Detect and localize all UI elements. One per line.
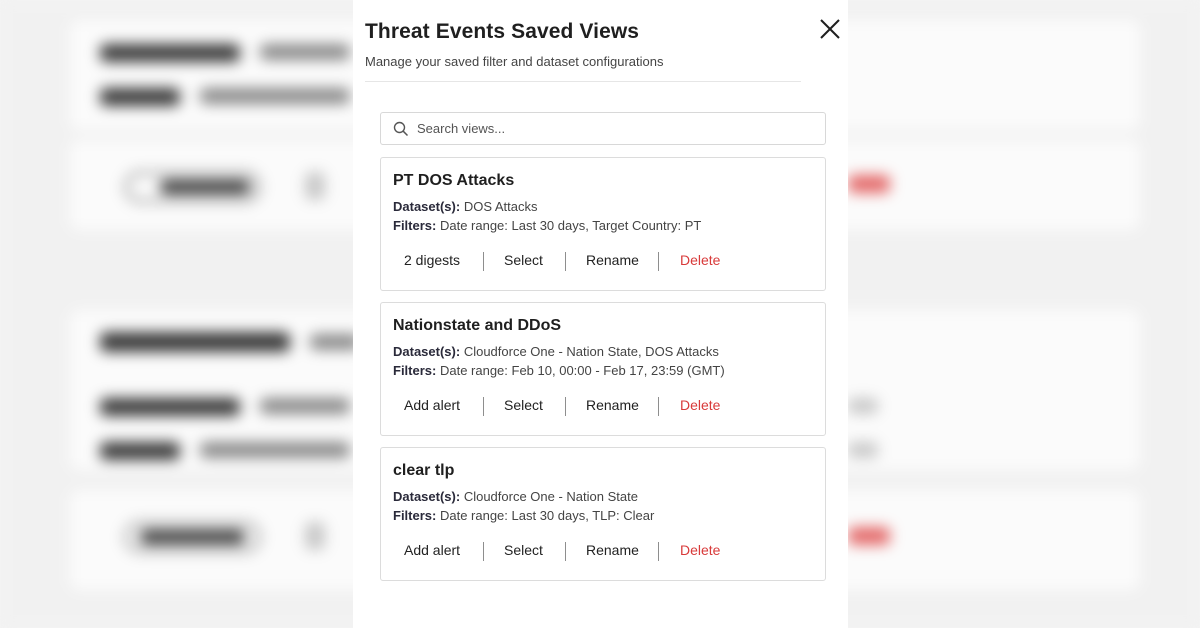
saved-view-card: clear tlp Dataset(s): Cloudforce One - N… xyxy=(380,447,826,581)
view-dataset: Dataset(s): Cloudforce One - Nation Stat… xyxy=(393,489,638,504)
search-field[interactable] xyxy=(380,112,826,145)
digests-button[interactable]: 2 digests xyxy=(404,252,460,268)
action-separator xyxy=(565,542,566,561)
select-button[interactable]: Select xyxy=(504,542,543,558)
rename-button[interactable]: Rename xyxy=(586,542,639,558)
search-icon xyxy=(393,121,409,137)
view-name: Nationstate and DDoS xyxy=(393,317,562,334)
header-divider xyxy=(365,81,801,82)
add-alert-button[interactable]: Add alert xyxy=(404,397,460,413)
modal-subtitle: Manage your saved filter and dataset con… xyxy=(365,54,664,69)
close-icon[interactable] xyxy=(819,18,841,40)
action-separator xyxy=(483,397,484,416)
view-filters: Filters: Date range: Last 30 days, TLP: … xyxy=(393,508,655,523)
action-separator xyxy=(658,542,659,561)
view-actions: Add alert Select Rename Delete xyxy=(381,542,825,562)
view-dataset: Dataset(s): Cloudforce One - Nation Stat… xyxy=(393,344,719,359)
action-separator xyxy=(658,397,659,416)
action-separator xyxy=(483,252,484,271)
action-separator xyxy=(658,252,659,271)
delete-button[interactable]: Delete xyxy=(680,542,720,558)
search-input[interactable] xyxy=(417,121,807,136)
action-separator xyxy=(483,542,484,561)
delete-button[interactable]: Delete xyxy=(680,397,720,413)
select-button[interactable]: Select xyxy=(504,397,543,413)
view-dataset: Dataset(s): DOS Attacks xyxy=(393,199,538,214)
view-name: clear tlp xyxy=(393,462,455,479)
action-separator xyxy=(565,252,566,271)
add-alert-button[interactable]: Add alert xyxy=(404,542,460,558)
rename-button[interactable]: Rename xyxy=(586,252,639,268)
view-filters: Filters: Date range: Feb 10, 00:00 - Feb… xyxy=(393,363,725,378)
select-button[interactable]: Select xyxy=(504,252,543,268)
modal-title: Threat Events Saved Views xyxy=(365,20,640,43)
view-actions: Add alert Select Rename Delete xyxy=(381,397,825,417)
saved-view-card: PT DOS Attacks Dataset(s): DOS Attacks F… xyxy=(380,157,826,291)
view-filters: Filters: Date range: Last 30 days, Targe… xyxy=(393,218,702,233)
rename-button[interactable]: Rename xyxy=(586,397,639,413)
view-actions: 2 digests Select Rename Delete xyxy=(381,252,825,272)
saved-view-card: Nationstate and DDoS Dataset(s): Cloudfo… xyxy=(380,302,826,436)
action-separator xyxy=(565,397,566,416)
view-name: PT DOS Attacks xyxy=(393,172,515,189)
delete-button[interactable]: Delete xyxy=(680,252,720,268)
